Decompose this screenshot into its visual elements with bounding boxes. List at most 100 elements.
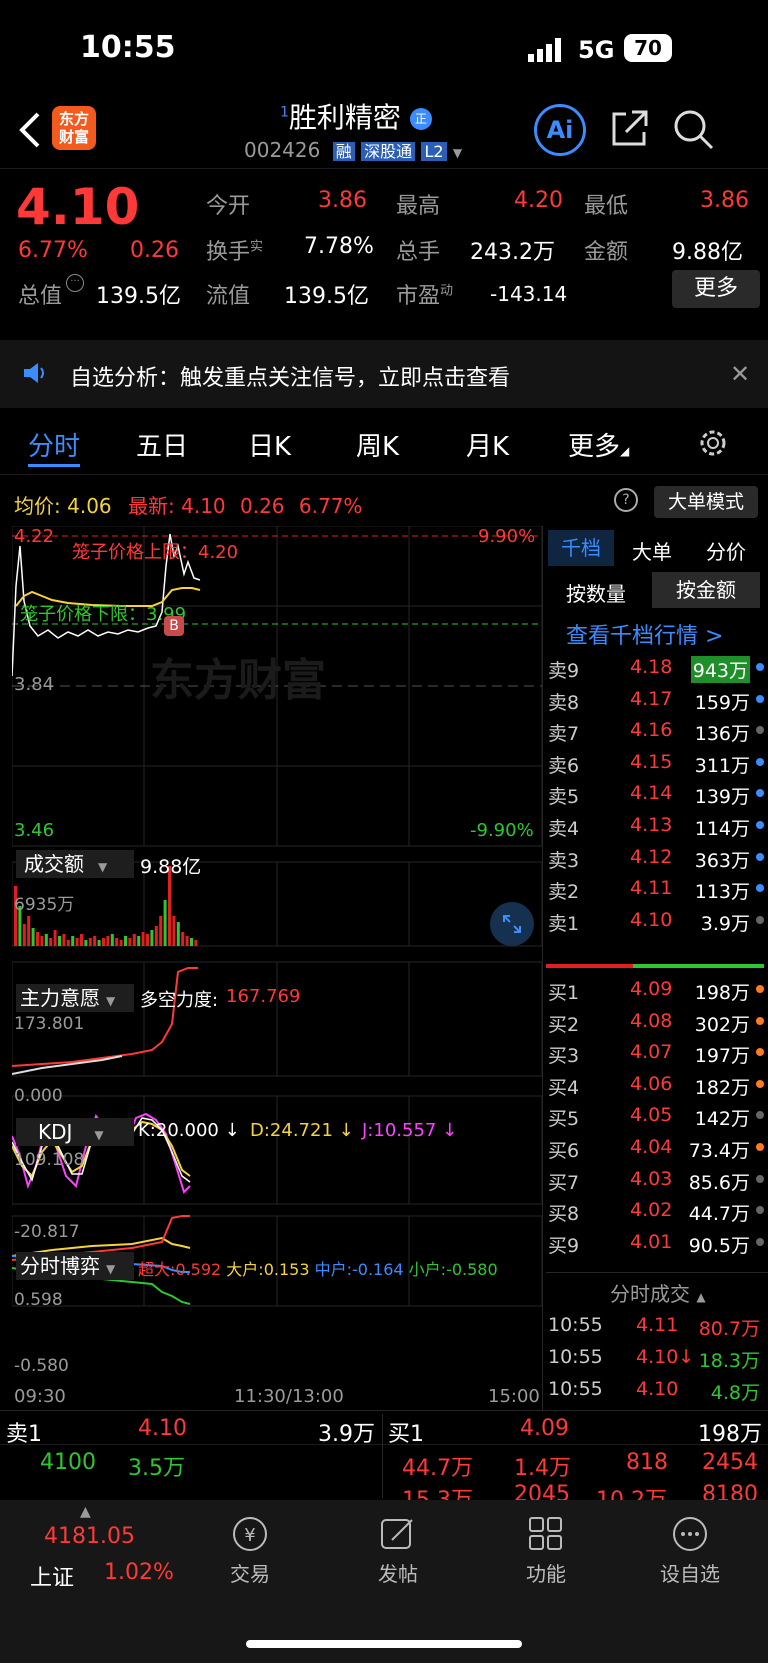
level-dot-icon	[756, 757, 764, 766]
sells-row[interactable]: 卖8 4.17 159万	[546, 684, 768, 716]
tab-daily[interactable]: 日K	[248, 426, 291, 463]
level-price: 4.05	[630, 1104, 673, 1127]
buys-row[interactable]: 买9 4.01 90.5万	[546, 1227, 768, 1259]
sells-row[interactable]: 卖6 4.15 311万	[546, 747, 768, 779]
ticks-header[interactable]: 分时成交 ▲	[610, 1278, 706, 1307]
buys-row[interactable]: 买1 4.09 198万	[546, 974, 768, 1006]
vol-dropdown[interactable]: 成交额 ▼	[16, 850, 134, 878]
expand-icon[interactable]	[490, 902, 534, 946]
ticks-row[interactable]: 10:55 4.10 4.8万	[546, 1374, 768, 1406]
ob-by-amount[interactable]: 按金额	[652, 572, 760, 608]
tab-weekly[interactable]: 周K	[356, 426, 399, 463]
volume-bar	[137, 936, 141, 946]
volume-bar	[119, 940, 123, 946]
volume-bar	[44, 934, 48, 946]
level-price: 4.01	[630, 1230, 673, 1253]
level-volume: 159万	[694, 691, 750, 714]
buys-row[interactable]: 买6 4.04 73.4万	[546, 1132, 768, 1164]
tab-more[interactable]: 更多◢	[568, 426, 629, 463]
kdj-d: D:24.721 ↓	[250, 1120, 354, 1141]
level-price: 4.08	[630, 1009, 673, 1032]
buys-row[interactable]: 买8 4.02 44.7万	[546, 1195, 768, 1227]
bottom-r2-a: 44.7万	[402, 1456, 473, 1481]
help-icon[interactable]: ?	[614, 488, 638, 512]
nav-add-watch[interactable]: 设自选	[650, 1514, 730, 1587]
volume-bar	[93, 936, 97, 946]
low-value: 3.86	[700, 188, 749, 213]
time-start: 09:30	[14, 1386, 66, 1407]
volume-bar	[176, 922, 180, 946]
kdj-dropdown[interactable]: KDJ ▼	[16, 1118, 134, 1146]
bo-medium: 中户:-0.164	[314, 1260, 404, 1279]
volume-bar	[84, 940, 88, 946]
index-value[interactable]: 4181.05	[44, 1524, 135, 1549]
info-icon[interactable]: ···	[66, 274, 84, 292]
back-icon[interactable]	[18, 110, 42, 154]
level-dot-icon	[756, 1079, 764, 1088]
open-label: 今开	[206, 194, 251, 219]
level-price: 4.18	[630, 656, 673, 678]
level-dot-icon	[756, 1174, 764, 1183]
index-name[interactable]: 上证	[30, 1560, 74, 1592]
level-label: 买1	[548, 982, 580, 1004]
last-pct: 6.77%	[298, 494, 363, 518]
app-logo: 东方 财富	[52, 106, 96, 150]
volume-bar	[150, 930, 154, 946]
buys-row[interactable]: 买3 4.07 197万	[546, 1037, 768, 1069]
ob-view-link[interactable]: 查看千档行情 >	[566, 618, 723, 650]
settings-icon[interactable]	[696, 426, 730, 464]
ticks-row[interactable]: 10:55 4.10↓ 18.3万	[546, 1342, 768, 1374]
home-indicator	[246, 1640, 522, 1648]
share-icon[interactable]	[610, 108, 650, 152]
buys-row[interactable]: 买4 4.06 182万	[546, 1069, 768, 1101]
search-icon[interactable]	[672, 108, 716, 156]
watermark: 东方财富	[150, 655, 326, 706]
ai-button[interactable]: Ai	[534, 104, 586, 156]
sells-row[interactable]: 卖4 4.13 114万	[546, 810, 768, 842]
ob-tab-qiandang[interactable]: 千档	[548, 530, 614, 566]
ob-by-qty[interactable]: 按数量	[566, 578, 626, 607]
ai-label: Ai	[546, 116, 574, 144]
bo-dropdown[interactable]: 分时博弈 ▼	[16, 1252, 134, 1280]
sells-row[interactable]: 卖2 4.11 113万	[546, 873, 768, 905]
tab-monthly[interactable]: 月K	[466, 426, 509, 463]
more-button[interactable]: 更多	[672, 270, 760, 308]
pe-label-text: 市盈	[396, 284, 441, 309]
nav-trade[interactable]: ¥ 交易	[210, 1514, 290, 1587]
tab-fenshi[interactable]: 分时	[28, 426, 80, 463]
level-price: 4.14	[630, 782, 673, 805]
ob-tab-fenjia[interactable]: 分价	[706, 536, 746, 565]
ob-by-amount-label: 按金额	[676, 578, 736, 602]
sells-row[interactable]: 卖5 4.14 139万	[546, 778, 768, 810]
sells-row[interactable]: 卖1 4.10 3.9万	[546, 905, 768, 937]
sells-row[interactable]: 卖9 4.18 943万	[546, 652, 768, 684]
bigorder-mode-button[interactable]: 大单模式	[654, 486, 758, 518]
buys-row[interactable]: 买5 4.05 142万	[546, 1100, 768, 1132]
bo-label: 分时博弈	[20, 1254, 100, 1278]
trade-icon: ¥	[233, 1517, 267, 1551]
volume-bar	[128, 938, 132, 946]
level-volume: 90.5万	[688, 1234, 750, 1257]
chevron-down-icon[interactable]: ▼	[453, 146, 462, 160]
sells-row[interactable]: 卖7 4.16 136万	[546, 715, 768, 747]
kdj-bottom: -20.817	[14, 1222, 80, 1242]
buys-row[interactable]: 买7 4.03 85.6万	[546, 1164, 768, 1196]
avg-label: 均价:	[14, 494, 61, 518]
buys-row[interactable]: 买2 4.08 302万	[546, 1006, 768, 1038]
nav-func[interactable]: 功能	[506, 1514, 586, 1587]
level-price: 4.12	[630, 845, 673, 868]
sells-row[interactable]: 卖3 4.12 363万	[546, 842, 768, 874]
tick-volume: 18.3万	[698, 1350, 760, 1372]
close-icon[interactable]: ✕	[730, 360, 750, 388]
main-dropdown[interactable]: 主力意愿 ▼	[16, 984, 134, 1012]
signal-icon	[528, 38, 564, 66]
tab-5day[interactable]: 五日	[136, 426, 188, 463]
tab-more-label: 更多	[568, 432, 621, 462]
nav-post[interactable]: 发帖	[358, 1514, 438, 1587]
total-value: 139.5亿	[96, 284, 181, 309]
index-pct[interactable]: 1.02%	[104, 1560, 174, 1585]
ob-tab-bigorder[interactable]: 大单	[632, 536, 672, 565]
level-volume: 198万	[694, 982, 750, 1004]
level-price: 4.10	[630, 908, 673, 931]
ticks-row[interactable]: 10:55 4.11 80.7万	[546, 1310, 768, 1342]
